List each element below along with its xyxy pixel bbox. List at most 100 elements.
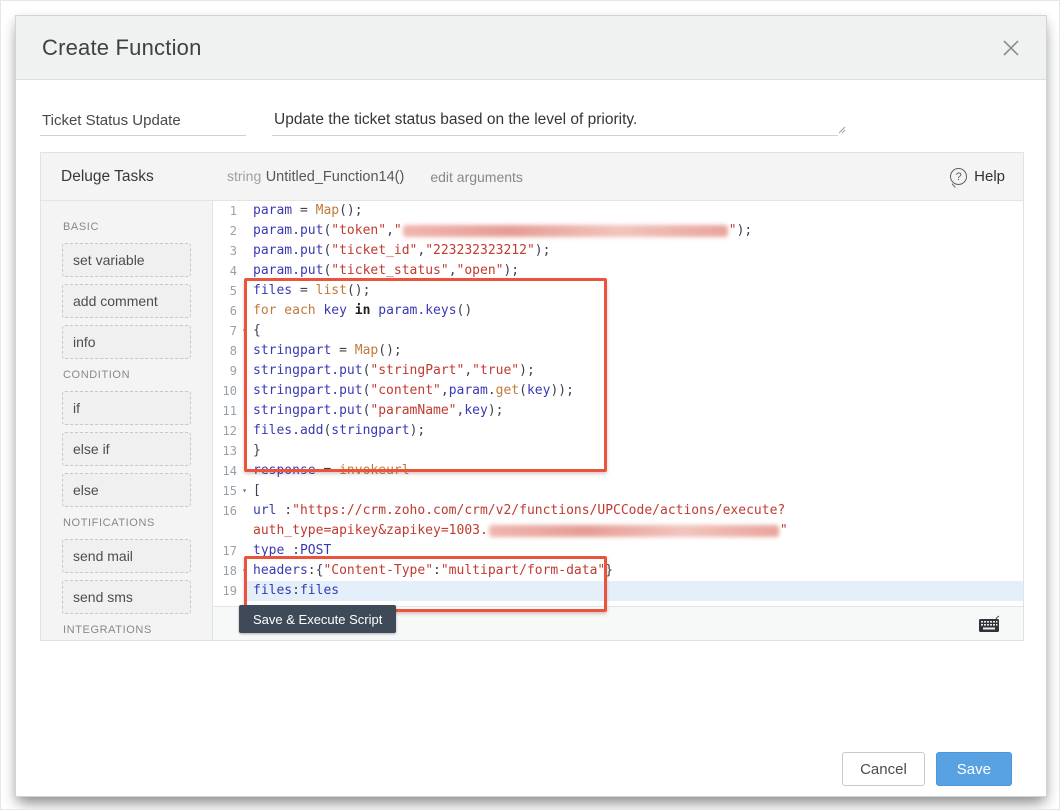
- code-token: ,: [448, 263, 457, 278]
- save-execute-button[interactable]: Save & Execute Script: [239, 605, 397, 633]
- code-row[interactable]: 2 param.put("token"," ");: [213, 221, 1023, 241]
- code-row[interactable]: 9 stringpart.put("stringPart","true");: [213, 361, 1023, 381]
- code-token: "https://crm.zoho.com/crm/v2/functions/U…: [292, 503, 786, 518]
- code-line-content: stringpart.put("stringPart","true");: [247, 361, 1023, 381]
- code-line-content: response = invokeurl: [247, 461, 1023, 481]
- cancel-button[interactable]: Cancel: [842, 752, 925, 786]
- code-row[interactable]: 8 stringpart = Map();: [213, 341, 1023, 361]
- help-button[interactable]: ? Help: [950, 168, 1005, 185]
- task-item-set-variable[interactable]: set variable: [62, 243, 191, 277]
- fold-arrow-icon[interactable]: ▾: [242, 481, 247, 501]
- function-signature: string Untitled_Function14(): [227, 168, 404, 186]
- code-token: POST: [299, 543, 332, 558]
- code-token: .: [487, 383, 496, 398]
- code-token: response: [253, 463, 316, 478]
- code-line-content: [: [247, 481, 1023, 501]
- code-row[interactable]: 1 param = Map();: [213, 201, 1023, 221]
- code-row[interactable]: 7 ▾ {: [213, 321, 1023, 341]
- code-token: "multipart/form-data": [440, 563, 606, 578]
- line-number: 5: [229, 284, 237, 298]
- dialog-header: Create Function: [16, 16, 1046, 80]
- line-number: 8: [229, 344, 237, 358]
- code-token: auth_type=apikey&zapikey=1003.: [253, 523, 488, 538]
- code-token: =: [292, 203, 316, 218]
- code-token: param.put: [253, 223, 324, 238]
- keyboard-icon[interactable]: [977, 614, 1001, 634]
- code-line-content: type :POST: [247, 541, 1023, 561]
- code-token: key: [464, 403, 488, 418]
- code-row[interactable]: 14 response = invokeurl: [213, 461, 1023, 481]
- fold-arrow-icon[interactable]: ▾: [242, 561, 247, 581]
- code-token: :: [433, 563, 441, 578]
- task-item-send-sms[interactable]: send sms: [62, 580, 191, 614]
- dialog-title: Create Function: [42, 34, 202, 60]
- code-token: );: [487, 403, 504, 418]
- code-token: stringpart.put: [253, 403, 363, 418]
- code-line-content: param.put("ticket_status","open");: [247, 261, 1023, 281]
- task-item-add-comment[interactable]: add comment: [62, 284, 191, 318]
- sidebar-section: NOTIFICATIONS send mail send sms: [62, 517, 191, 614]
- task-item-info[interactable]: info: [62, 325, 191, 359]
- edit-arguments-link[interactable]: edit arguments: [430, 169, 523, 185]
- code-row[interactable]: 17 type :POST: [213, 541, 1023, 561]
- code-token: ": [393, 223, 402, 238]
- sidebar-section: BASIC set variable add comment info: [62, 221, 191, 359]
- code-token: "true": [472, 363, 520, 378]
- code-token: "ticket_id": [331, 243, 418, 258]
- code-token: ,: [464, 363, 473, 378]
- save-button[interactable]: Save: [935, 752, 1012, 786]
- code-line-content: files.add(stringpart);: [247, 421, 1023, 441]
- code-row[interactable]: 5 files = list();: [213, 281, 1023, 301]
- line-number: 15 ▾: [213, 481, 247, 501]
- code-row[interactable]: 18 ▾ headers:{"Content-Type":"multipart/fo…: [213, 561, 1023, 581]
- code-token: param.put: [253, 263, 324, 278]
- code-row[interactable]: 12 files.add(stringpart);: [213, 421, 1023, 441]
- code-row[interactable]: 4 param.put("ticket_status","open");: [213, 261, 1023, 281]
- task-item-if[interactable]: if: [62, 391, 191, 425]
- code-line-content: url :"https://crm.zoho.com/crm/v2/functi…: [247, 501, 1023, 521]
- code-token: "223232323212": [425, 243, 535, 258]
- code-token: :: [292, 583, 300, 598]
- line-number: 1: [229, 204, 237, 218]
- code-row[interactable]: 19 files:files: [213, 581, 1023, 601]
- panel-body: BASIC set variable add comment info CONDITIO…: [41, 201, 1023, 640]
- code-row[interactable]: 6 for each key in param.keys(): [213, 301, 1023, 321]
- task-item-else-if[interactable]: else if: [62, 432, 191, 466]
- code-editor[interactable]: 1 param = Map(); 2 param.put("token"," "); 3 p…: [213, 201, 1023, 640]
- code-token: param: [253, 203, 293, 218]
- code-token: type: [253, 543, 285, 558]
- code-row[interactable]: 3 param.put("ticket_id","223232323212");: [213, 241, 1023, 261]
- code-row[interactable]: 13}: [213, 441, 1023, 461]
- code-row[interactable]: 10 stringpart.put("content",param.get(key…: [213, 381, 1023, 401]
- code-row[interactable]: 15 ▾ [: [213, 481, 1023, 501]
- line-number: 3: [229, 244, 237, 258]
- line-number: 6: [229, 304, 237, 318]
- close-icon[interactable]: [1000, 37, 1022, 59]
- code-row[interactable]: 11 stringpart.put("paramName",key);: [213, 401, 1023, 421]
- resize-grip-icon[interactable]: [836, 124, 846, 134]
- code-token: ,: [386, 223, 394, 238]
- line-number: 11: [222, 404, 237, 418]
- code-token: "token": [331, 223, 387, 238]
- task-item-send-mail[interactable]: send mail: [62, 539, 191, 573]
- dialog-footer: Cancel Save: [842, 752, 1012, 786]
- code-token: );: [503, 263, 520, 278]
- redacted-text: [488, 524, 779, 537]
- deluge-tasks-panel: Deluge Tasks string Untitled_Function14(…: [40, 152, 1024, 641]
- code-row[interactable]: 16 url :"https://crm.zoho.com/crm/v2/func…: [213, 501, 1023, 521]
- code-line-content: stringpart.put("content",param.get(key))…: [247, 381, 1023, 401]
- code-token: [: [253, 483, 261, 498]
- task-item-else[interactable]: else: [62, 473, 191, 507]
- panel-title: Deluge Tasks: [61, 167, 154, 185]
- line-number: 19: [222, 584, 237, 598]
- redacted-text: [402, 224, 728, 237]
- code-token: Map: [315, 203, 340, 218]
- line-number: 9: [229, 364, 237, 378]
- code-token: =: [315, 463, 340, 478]
- line-number: 7 ▾: [213, 321, 247, 341]
- code-row[interactable]: auth_type=apikey&zapikey=1003. ": [213, 521, 1023, 541]
- code-line-content: param.put("token"," ");: [247, 221, 1023, 241]
- fold-arrow-icon[interactable]: ▾: [242, 321, 247, 341]
- description-input[interactable]: [272, 104, 838, 136]
- function-name-input[interactable]: [40, 106, 246, 136]
